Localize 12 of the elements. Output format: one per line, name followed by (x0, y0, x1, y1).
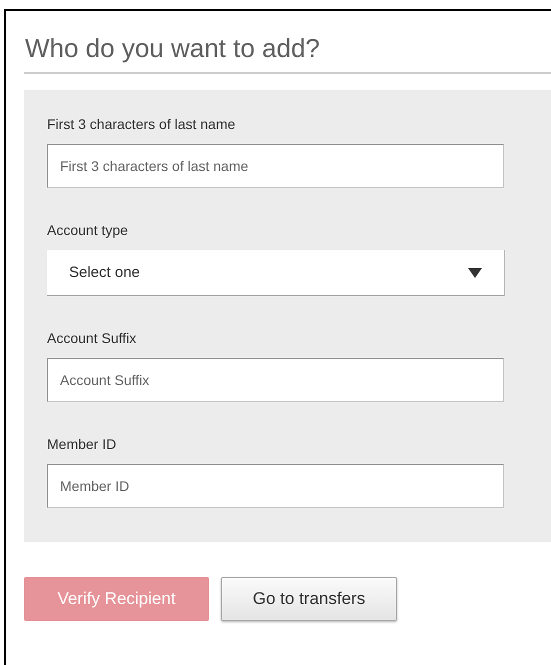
field-label: Account Suffix (47, 330, 138, 346)
field-label: Member ID (47, 436, 118, 452)
text-field[interactable]: Member ID (47, 464, 504, 508)
form-title: Who do you want to add? (24, 29, 551, 74)
field-label: Account type (47, 222, 129, 238)
transfers-button[interactable]: Go to transfers (221, 577, 397, 621)
select-value: Select one (69, 264, 140, 281)
caret-icon (468, 268, 482, 278)
select-dropdown[interactable]: Select one (47, 250, 505, 296)
field-label: First 3 characters of last name (47, 116, 236, 132)
text-field[interactable]: First 3 characters of last name (47, 144, 504, 188)
text-field[interactable]: Account Suffix (47, 358, 504, 402)
